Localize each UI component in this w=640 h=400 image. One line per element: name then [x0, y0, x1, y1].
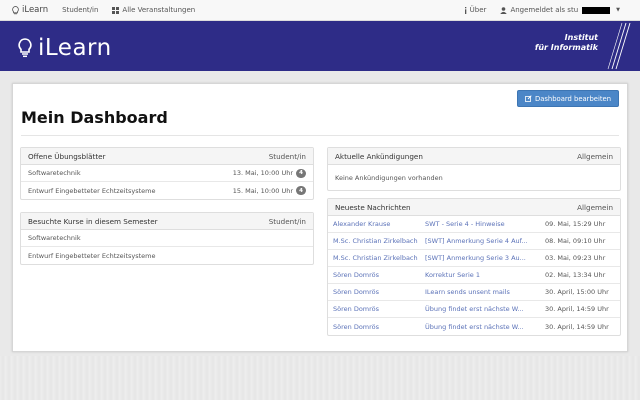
- page-background-texture: [0, 356, 640, 400]
- news-sender-link[interactable]: Sören Domrös: [328, 288, 425, 296]
- exercise-row[interactable]: Softwaretechnik 13. Mai, 10:00 Uhr 4: [21, 165, 313, 182]
- news-sender-link[interactable]: M.Sc. Christian Zirkelbach: [328, 237, 425, 245]
- edit-dashboard-label: Dashboard bearbeiten: [534, 94, 611, 103]
- institute-line-1: Institut: [564, 33, 598, 42]
- news-date: 02. Mai, 13:34 Uhr: [545, 271, 606, 279]
- news-subject-link[interactable]: [SWT] Anmerkung Serie 4 Auf...: [425, 237, 543, 245]
- news-subject-link[interactable]: ILearn sends unsent mails: [425, 288, 543, 296]
- news-date: 09. Mai, 15:29 Uhr: [545, 220, 606, 228]
- edit-icon: [525, 95, 532, 102]
- news-date: 30. April, 14:59 Uhr: [545, 305, 609, 313]
- visited-courses-panel: Besuchte Kurse in diesem Semester Studen…: [20, 212, 314, 265]
- announcements-panel: Aktuelle Ankündigungen Allgemein Keine A…: [327, 147, 621, 191]
- edit-dashboard-button[interactable]: Dashboard bearbeiten: [516, 90, 619, 107]
- nav-student-label: Student/in: [62, 6, 99, 14]
- institute-line-2: für Informatik: [534, 43, 598, 52]
- top-navbar: iLearn Student/in Alle Veranstaltungen Ü…: [0, 0, 640, 21]
- ilearn-logo[interactable]: iLearn: [18, 35, 112, 61]
- news-row: Sören Domrös Übung findet erst nächste W…: [328, 318, 620, 335]
- course-row[interactable]: Softwaretechnik: [21, 230, 313, 247]
- brand-label: iLearn: [22, 5, 49, 15]
- panel-title: Aktuelle Ankündigungen: [335, 151, 423, 161]
- open-exercises-panel: Offene Übungsblätter Student/in Software…: [20, 147, 314, 200]
- nav-student[interactable]: Student/in: [55, 0, 105, 21]
- exercise-date: 13. Mai, 10:00 Uhr: [232, 169, 293, 177]
- nav-all-courses-label: Alle Veranstaltungen: [122, 6, 196, 14]
- user-icon: [500, 6, 508, 14]
- nav-all-courses[interactable]: Alle Veranstaltungen: [105, 0, 202, 21]
- news-sender-link[interactable]: Sören Domrös: [328, 305, 425, 313]
- grid-icon: [112, 6, 120, 14]
- dashboard-container: Dashboard bearbeiten Mein Dashboard Offe…: [12, 83, 628, 352]
- exercise-row[interactable]: Entwurf Eingebetteter Echtzeitsysteme 15…: [21, 182, 313, 199]
- news-row: Sören Domrös Übung findet erst nächste W…: [328, 301, 620, 318]
- chevron-down-icon: ▼: [616, 7, 620, 13]
- institute-slashes-icon: [607, 22, 631, 70]
- news-date: 30. April, 15:00 Uhr: [545, 288, 609, 296]
- header-banner: iLearn Institut für Informatik: [0, 21, 640, 71]
- page-title: Mein Dashboard: [21, 108, 168, 127]
- nav-about[interactable]: Über: [457, 0, 494, 21]
- news-sender-link[interactable]: Alexander Krause: [328, 220, 425, 228]
- course-name: Entwurf Eingebetteter Echtzeitsysteme: [28, 251, 156, 260]
- nav-about-label: Über: [469, 6, 487, 14]
- news-row: Sören Domrös ILearn sends unsent mails 3…: [328, 284, 620, 301]
- lightbulb-icon: [12, 5, 19, 14]
- announcements-empty-text: Keine Ankündigungen vorhanden: [335, 173, 443, 182]
- news-subject-link[interactable]: Übung findet erst nächste W...: [425, 305, 543, 313]
- news-sender-link[interactable]: Sören Domrös: [328, 271, 425, 279]
- panel-title: Offene Übungsblätter: [28, 151, 106, 161]
- news-row: M.Sc. Christian Zirkelbach [SWT] Anmerku…: [328, 250, 620, 267]
- institute-logo: Institut für Informatik: [535, 33, 598, 53]
- news-subject-link[interactable]: Übung findet erst nächste W...: [425, 323, 543, 331]
- news-row: M.Sc. Christian Zirkelbach [SWT] Anmerku…: [328, 233, 620, 250]
- panel-title: Neueste Nachrichten: [335, 202, 411, 212]
- lightbulb-icon: [18, 38, 32, 58]
- panel-scope: Allgemein: [577, 202, 613, 212]
- news-subject-link[interactable]: Korrektur Serie 1: [425, 271, 543, 279]
- redacted-username: [582, 6, 611, 14]
- user-menu[interactable]: Angemeldet als stu ▼: [493, 0, 640, 21]
- logo-text: iLearn: [38, 35, 112, 61]
- user-menu-label: Angemeldet als stu: [510, 6, 579, 14]
- exercise-course: Entwurf Eingebetteter Echtzeitsysteme: [28, 186, 156, 195]
- news-row: Alexander Krause SWT - Serie 4 - Hinweis…: [328, 216, 620, 233]
- course-name: Softwaretechnik: [28, 234, 81, 242]
- exercise-count-badge: 4: [296, 186, 306, 195]
- news-row: Sören Domrös Korrektur Serie 1 02. Mai, …: [328, 267, 620, 284]
- info-icon: [464, 6, 466, 14]
- news-date: 08. Mai, 09:10 Uhr: [545, 237, 606, 245]
- course-row[interactable]: Entwurf Eingebetteter Echtzeitsysteme: [21, 247, 313, 264]
- panel-header: Neueste Nachrichten Allgemein: [328, 199, 620, 216]
- news-sender-link[interactable]: M.Sc. Christian Zirkelbach: [328, 254, 425, 262]
- title-divider: [21, 135, 619, 136]
- brand-link[interactable]: iLearn: [0, 0, 55, 21]
- exercise-count-badge: 4: [296, 168, 306, 178]
- news-date: 03. Mai, 09:23 Uhr: [545, 254, 606, 262]
- panel-role: Student/in: [268, 216, 306, 226]
- panel-scope: Allgemein: [577, 151, 613, 161]
- exercise-date: 15. Mai, 10:00 Uhr: [232, 186, 293, 195]
- news-subject-link[interactable]: [SWT] Anmerkung Serie 3 Au...: [425, 254, 543, 262]
- news-date: 30. April, 14:59 Uhr: [545, 322, 609, 331]
- panel-role: Student/in: [268, 151, 306, 161]
- panel-header: Besuchte Kurse in diesem Semester Studen…: [21, 213, 313, 230]
- panel-header: Offene Übungsblätter Student/in: [21, 148, 313, 165]
- news-sender-link[interactable]: Sören Domrös: [328, 323, 425, 331]
- news-panel: Neueste Nachrichten Allgemein Alexander …: [327, 198, 621, 336]
- exercise-course: Softwaretechnik: [28, 169, 81, 177]
- panel-header: Aktuelle Ankündigungen Allgemein: [328, 148, 620, 165]
- news-subject-link[interactable]: SWT - Serie 4 - Hinweise: [425, 220, 543, 228]
- panel-title: Besuchte Kurse in diesem Semester: [28, 216, 158, 226]
